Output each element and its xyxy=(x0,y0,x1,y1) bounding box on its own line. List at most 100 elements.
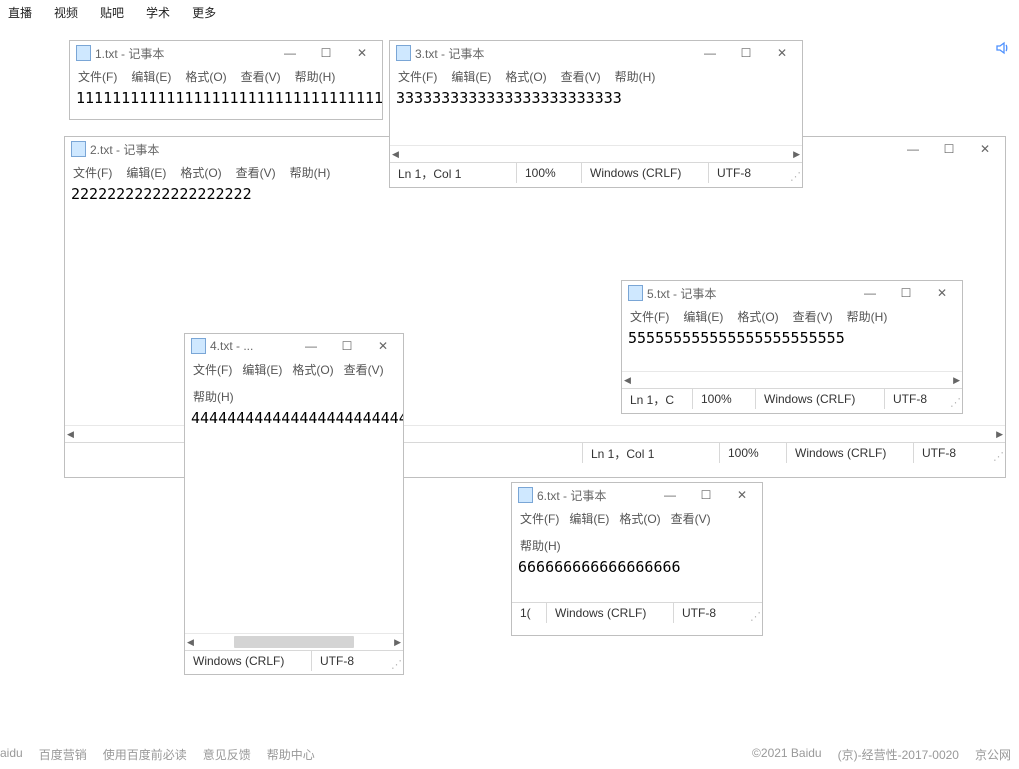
minimize-button[interactable]: — xyxy=(852,282,888,304)
menu-format[interactable]: 格式(O) xyxy=(505,68,546,85)
titlebar[interactable]: 5.txt - 记事本 — ☐ ✕ xyxy=(622,281,962,305)
resize-grip-icon[interactable]: ⋰ xyxy=(990,443,1005,463)
close-button[interactable]: ✕ xyxy=(344,42,380,64)
nav-live[interactable]: 直播 xyxy=(8,4,32,21)
maximize-button[interactable]: ☐ xyxy=(931,138,967,160)
scroll-right-icon[interactable]: ▶ xyxy=(793,149,800,160)
notepad-window-5[interactable]: 5.txt - 记事本 — ☐ ✕ 文件(F) 编辑(E) 格式(O) 查看(V… xyxy=(621,280,963,414)
titlebar[interactable]: 4.txt - ... — ☐ ✕ xyxy=(185,334,403,358)
menu-format[interactable]: 格式(O) xyxy=(619,510,660,527)
minimize-button[interactable]: — xyxy=(272,42,308,64)
menu-view[interactable]: 查看(V) xyxy=(561,68,601,85)
menu-help[interactable]: 帮助(H) xyxy=(290,164,331,181)
menu-view[interactable]: 查看(V) xyxy=(344,361,384,378)
menu-file[interactable]: 文件(F) xyxy=(398,68,437,85)
minimize-button[interactable]: — xyxy=(652,484,688,506)
minimize-button[interactable]: — xyxy=(895,138,931,160)
text-content[interactable]: 555555555555555555555555 xyxy=(622,329,962,371)
maximize-button[interactable]: ☐ xyxy=(688,484,724,506)
menu-edit[interactable]: 编辑(E) xyxy=(451,68,491,85)
menu-edit[interactable]: 编辑(E) xyxy=(683,308,723,325)
menu-help[interactable]: 帮助(H) xyxy=(847,308,888,325)
scroll-left-icon[interactable]: ◀ xyxy=(392,149,399,160)
menu-help[interactable]: 帮助(H) xyxy=(615,68,656,85)
resize-grip-icon[interactable]: ⋰ xyxy=(747,603,762,623)
titlebar[interactable]: 6.txt - 记事本 — ☐ ✕ xyxy=(512,483,762,507)
text-content[interactable]: 666666666666666666 xyxy=(512,558,762,602)
close-button[interactable]: ✕ xyxy=(924,282,960,304)
close-button[interactable]: ✕ xyxy=(764,42,800,64)
footer-link[interactable]: 百度营销 xyxy=(39,746,87,763)
notepad-window-1[interactable]: 1.txt - 记事本 — ☐ ✕ 文件(F) 编辑(E) 格式(O) 查看(V… xyxy=(69,40,383,120)
menu-view[interactable]: 查看(V) xyxy=(236,164,276,181)
menu-format[interactable]: 格式(O) xyxy=(737,308,778,325)
maximize-button[interactable]: ☐ xyxy=(308,42,344,64)
footer-link[interactable]: 意见反馈 xyxy=(203,746,251,763)
status-zoom: 100% xyxy=(719,443,786,463)
scroll-right-icon[interactable]: ▶ xyxy=(953,375,960,386)
scroll-left-icon[interactable]: ◀ xyxy=(187,637,194,648)
menu-file[interactable]: 文件(F) xyxy=(520,510,559,527)
horizontal-scrollbar[interactable]: ◀ ▶ xyxy=(622,371,962,388)
text-content[interactable]: 444444444444444444444444 xyxy=(185,409,403,633)
nav-more[interactable]: 更多 xyxy=(192,4,216,21)
menu-file[interactable]: 文件(F) xyxy=(193,361,232,378)
scroll-right-icon[interactable]: ▶ xyxy=(394,637,401,648)
close-button[interactable]: ✕ xyxy=(365,335,401,357)
scroll-thumb[interactable] xyxy=(234,636,354,648)
status-encoding: UTF-8 xyxy=(708,163,787,183)
menu-edit[interactable]: 编辑(E) xyxy=(131,68,171,85)
notepad-window-3[interactable]: 3.txt - 记事本 — ☐ ✕ 文件(F) 编辑(E) 格式(O) 查看(V… xyxy=(389,40,803,188)
menu-edit[interactable]: 编辑(E) xyxy=(569,510,609,527)
notepad-window-6[interactable]: 6.txt - 记事本 — ☐ ✕ 文件(F) 编辑(E) 格式(O) 查看(V… xyxy=(511,482,763,636)
footer-link[interactable]: aidu xyxy=(0,746,23,763)
nav-tieba[interactable]: 贴吧 xyxy=(100,4,124,21)
menubar: 文件(F) 编辑(E) 格式(O) 查看(V) 帮助(H) xyxy=(185,358,403,409)
footer-link[interactable]: 帮助中心 xyxy=(267,746,315,763)
menu-file[interactable]: 文件(F) xyxy=(73,164,112,181)
close-button[interactable]: ✕ xyxy=(724,484,760,506)
maximize-button[interactable]: ☐ xyxy=(728,42,764,64)
notepad-window-4[interactable]: 4.txt - ... — ☐ ✕ 文件(F) 编辑(E) 格式(O) 查看(V… xyxy=(184,333,404,675)
menu-view[interactable]: 查看(V) xyxy=(793,308,833,325)
menu-file[interactable]: 文件(F) xyxy=(78,68,117,85)
menu-file[interactable]: 文件(F) xyxy=(630,308,669,325)
nav-video[interactable]: 视频 xyxy=(54,4,78,21)
footer-text: 京公网 xyxy=(975,746,1011,763)
speaker-icon[interactable] xyxy=(995,40,1011,61)
maximize-button[interactable]: ☐ xyxy=(888,282,924,304)
horizontal-scrollbar[interactable]: ◀ ▶ xyxy=(185,633,403,650)
resize-grip-icon[interactable]: ⋰ xyxy=(787,163,802,183)
menu-view[interactable]: 查看(V) xyxy=(671,510,711,527)
text-content[interactable]: 3333333333333333333333333 xyxy=(390,89,802,145)
menu-format[interactable]: 格式(O) xyxy=(180,164,221,181)
text-content[interactable]: 111111111111111111111111111111111111 xyxy=(70,89,382,109)
resize-grip-icon[interactable]: ⋰ xyxy=(388,651,403,671)
titlebar[interactable]: 3.txt - 记事本 — ☐ ✕ xyxy=(390,41,802,65)
resize-grip-icon[interactable]: ⋰ xyxy=(947,389,962,409)
close-button[interactable]: ✕ xyxy=(967,138,1003,160)
status-eol: Windows (CRLF) xyxy=(786,443,913,463)
scroll-left-icon[interactable]: ◀ xyxy=(624,375,631,386)
menu-format[interactable]: 格式(O) xyxy=(292,361,333,378)
status-line: Ln 1，Col 1 xyxy=(390,163,516,183)
nav-scholar[interactable]: 学术 xyxy=(146,4,170,21)
minimize-button[interactable]: — xyxy=(293,335,329,357)
menu-edit[interactable]: 编辑(E) xyxy=(242,361,282,378)
menu-view[interactable]: 查看(V) xyxy=(241,68,281,85)
titlebar[interactable]: 1.txt - 记事本 — ☐ ✕ xyxy=(70,41,382,65)
menu-help[interactable]: 帮助(H) xyxy=(193,388,234,405)
horizontal-scrollbar[interactable]: ◀ ▶ xyxy=(390,145,802,162)
scroll-right-icon[interactable]: ▶ xyxy=(996,429,1003,440)
scroll-left-icon[interactable]: ◀ xyxy=(67,429,74,440)
window-title: 3.txt - 记事本 xyxy=(415,45,692,62)
minimize-button[interactable]: — xyxy=(692,42,728,64)
menu-help[interactable]: 帮助(H) xyxy=(520,537,561,554)
menu-help[interactable]: 帮助(H) xyxy=(295,68,336,85)
statusbar: 1( Windows (CRLF) UTF-8 ⋰ xyxy=(512,602,762,623)
notepad-icon xyxy=(71,141,86,157)
maximize-button[interactable]: ☐ xyxy=(329,335,365,357)
footer-link[interactable]: 使用百度前必读 xyxy=(103,746,187,763)
menu-edit[interactable]: 编辑(E) xyxy=(126,164,166,181)
menu-format[interactable]: 格式(O) xyxy=(185,68,226,85)
